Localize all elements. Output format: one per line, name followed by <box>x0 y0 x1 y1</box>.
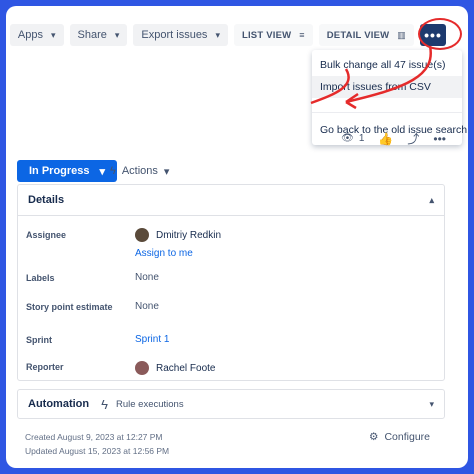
assignee-label: Assignee <box>26 230 67 240</box>
chevron-down-icon: ▾ <box>215 29 220 40</box>
rule-executions-label: Rule executions <box>116 398 184 410</box>
assign-to-me-link[interactable]: Assign to me <box>135 248 193 259</box>
chevron-down-icon: ▾ <box>99 165 106 178</box>
issue-actions-row: 👁 1 👍 ⤴ ••• <box>341 130 446 147</box>
list-view-button[interactable]: LIST VIEW ≡ <box>233 24 313 46</box>
watch-button[interactable]: 👁 1 <box>341 133 364 144</box>
details-title: Details <box>28 194 65 206</box>
avatar <box>135 228 149 242</box>
lightning-icon: ϟ <box>110 165 116 177</box>
chevron-up-icon: ▴ <box>429 194 434 205</box>
apps-button[interactable]: Apps ▾ <box>9 24 64 46</box>
automation-panel[interactable]: Automation ϟ Rule executions ▾ <box>17 389 445 419</box>
chevron-down-icon: ▾ <box>429 398 434 409</box>
configure-label: Configure <box>384 431 430 443</box>
story-points-label: Story point estimate <box>26 302 113 312</box>
menu-divider <box>312 98 462 113</box>
chevron-down-icon: ▾ <box>114 29 120 40</box>
details-header[interactable]: Details ▴ <box>18 185 444 216</box>
updated-timestamp: Updated August 15, 2023 at 12:56 PM <box>25 446 170 456</box>
eye-icon: 👁 <box>341 133 354 144</box>
labels-value[interactable]: None <box>135 272 159 283</box>
configure-button[interactable]: ⚙ Configure <box>369 431 430 443</box>
assignee-name: Dmitriy Redkin <box>156 229 222 241</box>
story-points-value[interactable]: None <box>135 301 159 312</box>
menu-item-import-csv[interactable]: Import issues from CSV <box>312 76 462 98</box>
more-icon[interactable]: ••• <box>433 132 446 146</box>
top-toolbar: Apps ▾ Share ▾ Export issues ▾ LIST VIEW… <box>9 24 446 46</box>
gear-icon: ⚙ <box>369 431 379 443</box>
menu-item-bulk-change[interactable]: Bulk change all 47 issue(s) <box>312 54 462 76</box>
watcher-count: 1 <box>358 133 365 144</box>
lightning-icon: ϟ <box>101 396 108 412</box>
reporter-name: Rachel Foote <box>156 362 216 374</box>
thumbs-up-icon[interactable]: 👍 <box>378 132 393 146</box>
sprint-value[interactable]: Sprint 1 <box>135 334 169 345</box>
details-panel: Details ▴ Assignee Dmitriy Redkin Assign… <box>17 184 445 381</box>
list-view-label: LIST VIEW <box>241 29 292 41</box>
labels-label: Labels <box>26 273 55 283</box>
share-button[interactable]: Share ▾ <box>69 24 128 46</box>
status-label: In Progress <box>29 165 90 177</box>
export-issues-button[interactable]: Export issues ▾ <box>133 24 228 46</box>
reporter-value[interactable]: Rachel Foote <box>135 361 215 375</box>
chevron-down-icon: ▾ <box>163 165 170 178</box>
annotation-circle <box>418 18 462 50</box>
apps-label: Apps <box>17 29 43 41</box>
share-icon[interactable]: ⤴ <box>407 130 419 147</box>
jira-issue-panel: Apps ▾ Share ▾ Export issues ▾ LIST VIEW… <box>6 6 468 468</box>
reporter-label: Reporter <box>26 362 64 372</box>
rule-executions[interactable]: ϟ Rule executions <box>101 397 184 412</box>
automation-title: Automation <box>28 398 90 410</box>
created-timestamp: Created August 9, 2023 at 12:27 PM <box>25 432 163 442</box>
detail-view-label: DETAIL VIEW <box>326 29 390 41</box>
export-label: Export issues <box>141 29 208 41</box>
actions-button[interactable]: ϟ Actions ▾ <box>110 160 169 182</box>
share-label: Share <box>77 29 107 41</box>
list-icon: ≡ <box>299 30 305 40</box>
status-dropdown[interactable]: In Progress ▾ <box>17 160 118 182</box>
detail-view-button[interactable]: DETAIL VIEW ▥ <box>318 24 414 46</box>
sprint-label: Sprint <box>26 335 52 345</box>
avatar <box>135 361 149 375</box>
actions-label: Actions <box>121 165 158 177</box>
assignee-value[interactable]: Dmitriy Redkin <box>135 228 221 242</box>
chevron-down-icon: ▾ <box>50 29 56 40</box>
detail-icon: ▥ <box>397 29 406 40</box>
